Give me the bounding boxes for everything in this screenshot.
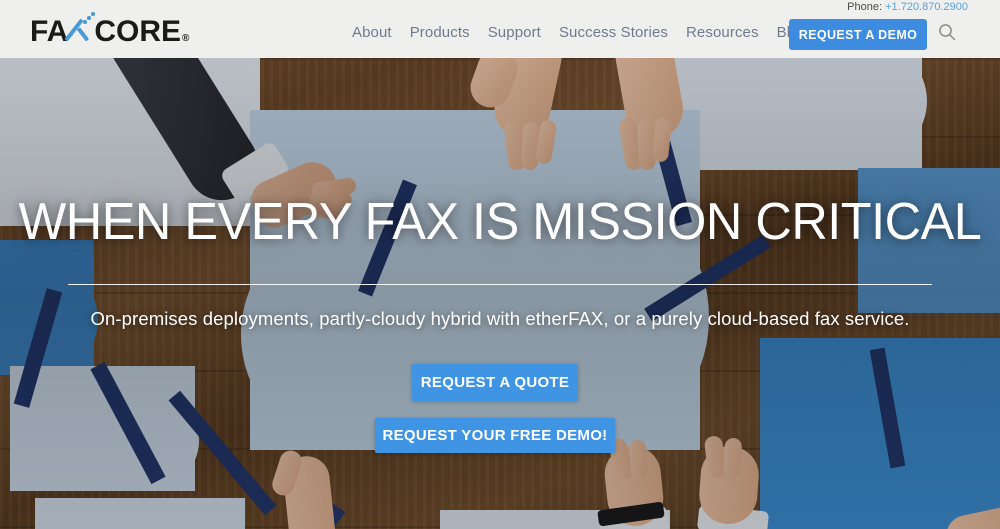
header-request-demo-button[interactable]: REQUEST A DEMO (789, 19, 927, 50)
nav-item-about[interactable]: About (352, 24, 392, 41)
logo-text-fa: FA (30, 15, 69, 48)
hero-divider (68, 284, 932, 285)
logo-text-core: CORE (94, 15, 182, 48)
hero-headline: WHEN EVERY FAX IS MISSION CRITICAL (18, 193, 982, 251)
request-free-demo-button[interactable]: REQUEST YOUR FREE DEMO! (375, 418, 615, 453)
search-icon[interactable] (938, 23, 956, 41)
site-logo[interactable]: FA CORE ® (30, 11, 189, 47)
phone-label: Phone: (847, 1, 883, 13)
phone-number-link[interactable]: +1.720.870.2900 (885, 1, 968, 13)
nav-item-resources[interactable]: Resources (686, 24, 759, 41)
hero-subheadline: On-premises deployments, partly-cloudy h… (90, 308, 910, 329)
header-phone: Phone: +1.720.870.2900 (847, 1, 968, 13)
hero-content: WHEN EVERY FAX IS MISSION CRITICAL On-pr… (0, 58, 1000, 529)
site-header: FA CORE ® About Products Support Success… (0, 0, 1000, 58)
nav-item-success-stories[interactable]: Success Stories (559, 24, 668, 41)
nav-item-support[interactable]: Support (488, 24, 541, 41)
main-navigation: About Products Support Success Stories R… (352, 24, 807, 41)
request-quote-button[interactable]: REQUEST A QUOTE (412, 364, 578, 401)
logo-registered-mark: ® (182, 33, 189, 44)
hero-banner: WHEN EVERY FAX IS MISSION CRITICAL On-pr… (0, 58, 1000, 529)
logo-wordmark: FA CORE ® (30, 11, 189, 47)
nav-item-products[interactable]: Products (410, 24, 470, 41)
fax-x-logo-icon (64, 11, 95, 42)
